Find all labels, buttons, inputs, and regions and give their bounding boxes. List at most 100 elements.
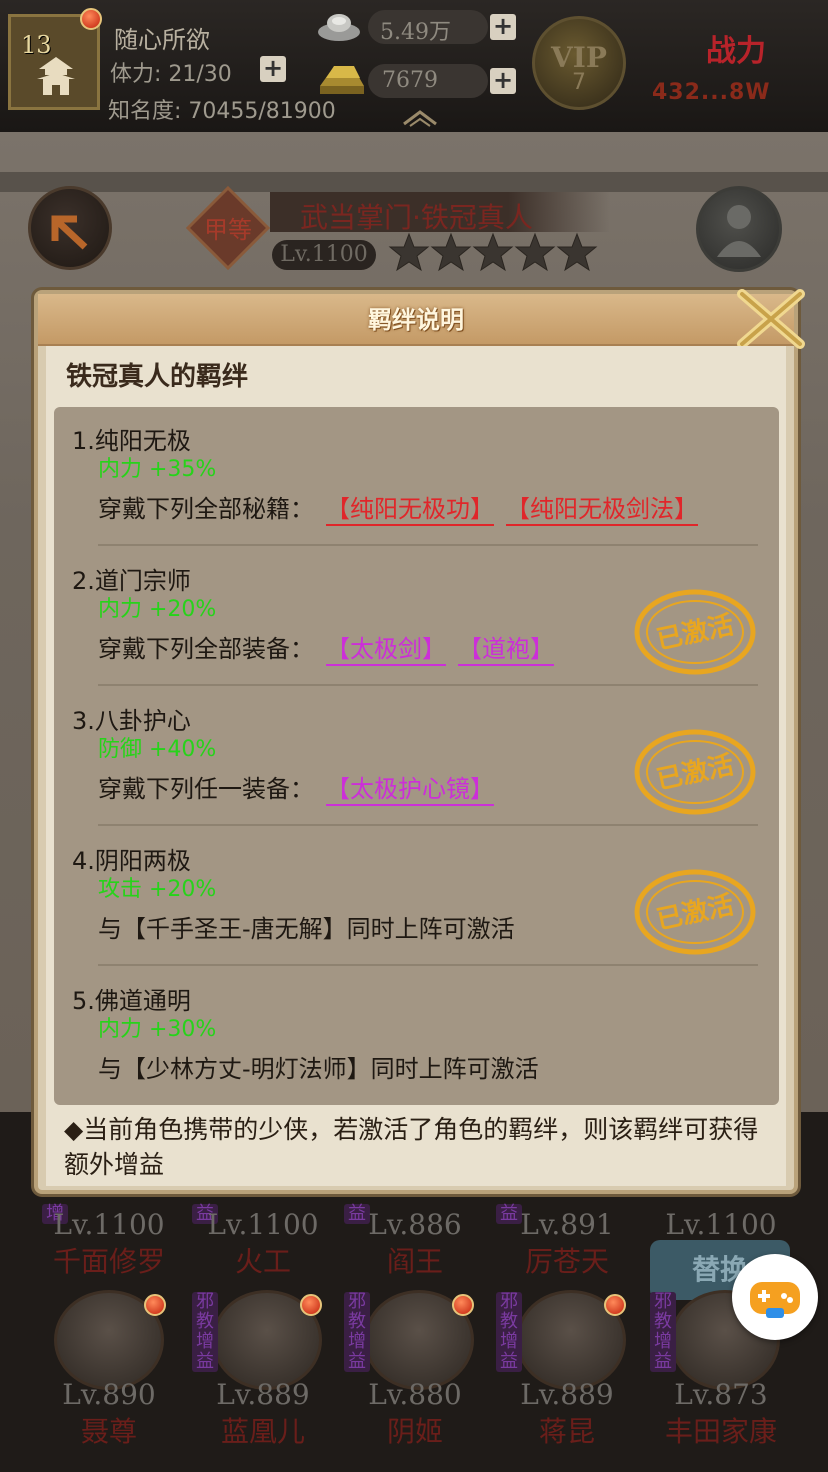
star-icon: [556, 232, 598, 272]
notification-dot: [80, 8, 102, 30]
divider: [98, 824, 758, 826]
vip-badge[interactable]: VIP 7: [532, 16, 626, 110]
required-item-link[interactable]: 【太极护心镜】: [326, 774, 494, 806]
silver-value: 5.49万: [380, 20, 451, 45]
roster-level: Lv.1100: [207, 1208, 319, 1241]
role-portrait-button[interactable]: [696, 186, 782, 272]
bond-stat: 防御 +40%: [98, 737, 217, 762]
sect-tag: 邪教增益: [192, 1292, 218, 1372]
game-center-button[interactable]: [732, 1254, 818, 1340]
stamp-text: 已激活: [654, 609, 737, 656]
bond-requirement: 穿戴下列任一装备： 【太极护心镜】: [98, 769, 494, 806]
vip-level: 7: [572, 70, 586, 95]
fame-value: 知名度: 70455/81900: [108, 99, 336, 124]
add-stamina-button[interactable]: +: [260, 56, 286, 82]
roster-level: Lv.890: [62, 1378, 156, 1411]
bond-stat: 内力 +35%: [98, 457, 217, 482]
activated-stamp: 已激活: [634, 869, 756, 955]
top-status-bar: 13 随心所欲 体力: 21/30 + 知名度: 70455/81900 5.4…: [0, 0, 828, 134]
required-item-link[interactable]: 【纯阳无极功】: [326, 494, 494, 526]
star-icon: [430, 232, 472, 272]
roster-name: 丰田家康: [664, 1415, 777, 1448]
back-button[interactable]: [28, 186, 112, 270]
requirement-text: 穿戴下列任一装备：: [98, 775, 314, 803]
rank-badge-text: 甲等: [204, 216, 252, 244]
divider: [98, 544, 758, 546]
requirement-text: 穿戴下列全部秘籍：: [98, 495, 314, 523]
bond-item: 4.阴阳两极 攻击 +20% 与【千手圣王-唐无解】同时上阵可激活 已激活: [54, 827, 779, 967]
roster-level: Lv.891: [520, 1208, 614, 1241]
hero-title: 武当掌门·铁冠真人: [300, 201, 533, 234]
dialog-title: 羁绊说明: [368, 306, 464, 334]
chevron-up-icon[interactable]: [400, 106, 440, 128]
add-silver-button[interactable]: +: [490, 14, 516, 40]
close-icon[interactable]: [734, 286, 810, 352]
roster-name: 蓝凰儿: [220, 1415, 305, 1448]
add-gold-button[interactable]: +: [490, 68, 516, 94]
roster-name: 蒋昆: [538, 1415, 595, 1448]
notification-dot: [300, 1294, 322, 1316]
sect-tag: 邪教增益: [496, 1292, 522, 1372]
roster-name: 阴姬: [386, 1415, 443, 1448]
required-item-link[interactable]: 【道袍】: [458, 634, 554, 666]
pagoda-icon: [37, 57, 75, 95]
roster-name: 火工: [234, 1245, 291, 1278]
hero-rank-badge: 甲等: [186, 186, 270, 270]
dialog-body: 铁冠真人的羁绊 1.纯阳无极 内力 +35% 穿戴下列全部秘籍： 【纯阳无极功】【…: [46, 346, 786, 1186]
bond-item: 1.纯阳无极 内力 +35% 穿戴下列全部秘籍： 【纯阳无极功】 【纯阳无极剑法】: [54, 407, 779, 547]
roster-level: Lv.1100: [53, 1208, 165, 1241]
roster-level: Lv.873: [674, 1378, 768, 1411]
roster-name: 厉苍天: [524, 1245, 609, 1278]
warrior-icon: [717, 205, 761, 257]
back-arrow-icon: [51, 215, 88, 250]
required-item-link[interactable]: 【太极剑】: [326, 634, 446, 666]
dialog-header: 羁绊说明: [38, 294, 794, 346]
roster-level: Lv.886: [368, 1208, 462, 1241]
gold-value: 7679: [382, 68, 438, 93]
roster-name: 千面修罗: [52, 1245, 165, 1278]
bond-requirement: 与【千手圣王-唐无解】同时上阵可激活: [98, 915, 515, 943]
notification-dot: [604, 1294, 626, 1316]
hero-level: Lv.1100: [272, 240, 376, 270]
stamp-text: 已激活: [654, 749, 737, 796]
bond-footnote: ◆当前角色携带的少侠，若激活了角色的羁绊，则该羁绊可获得额外增益: [64, 1115, 759, 1179]
combat-power: 战力 432...8W: [646, 20, 828, 116]
notification-dot: [452, 1294, 474, 1316]
bond-stat: 内力 +20%: [98, 597, 217, 622]
silver-ingot-icon: [318, 14, 360, 41]
required-item-link[interactable]: 【纯阳无极剑法】: [506, 494, 698, 526]
requirement-text: 穿戴下列全部装备：: [98, 635, 314, 663]
bond-dialog: 羁绊说明 铁冠真人的羁绊 1.纯阳无极 内力 +35% 穿戴下列全部秘籍： 【纯阳…: [34, 289, 805, 1194]
bond-list: 1.纯阳无极 内力 +35% 穿戴下列全部秘籍： 【纯阳无极功】 【纯阳无极剑法】 …: [54, 407, 779, 1105]
stamina-value: 体力: 21/30: [110, 62, 232, 87]
star-rating: [388, 232, 598, 272]
bond-item: 5.佛道通明 内力 +30% 与【少林方丈-明灯法师】同时上阵可激活: [54, 967, 779, 1107]
roster-level: Lv.889: [216, 1378, 310, 1411]
gold-bar-icon: [320, 66, 364, 94]
stamp-text: 已激活: [654, 889, 737, 936]
notification-dot: [144, 1294, 166, 1316]
bond-item: 3.八卦护心 防御 +40% 穿戴下列任一装备： 【太极护心镜】 已激活: [54, 687, 779, 827]
divider: [98, 964, 758, 966]
gamepad-icon: [750, 1282, 800, 1318]
divider: [98, 684, 758, 686]
sect-tag: 邪教增益: [344, 1292, 370, 1372]
activated-stamp: 已激活: [634, 589, 756, 675]
power-value: 432...8W: [652, 80, 771, 105]
bond-requirement: 穿戴下列全部秘籍： 【纯阳无极功】 【纯阳无极剑法】: [98, 489, 698, 526]
dialog-subtitle: 铁冠真人的羁绊: [66, 362, 249, 392]
star-icon: [472, 232, 514, 272]
sect-tag: 邪教增益: [650, 1292, 676, 1372]
bond-stat: 内力 +30%: [98, 1017, 217, 1042]
player-name: 随心所欲: [114, 26, 210, 54]
roster-level: Lv.1100: [665, 1208, 777, 1241]
roster-name: 阎王: [386, 1245, 443, 1278]
activated-stamp: 已激活: [634, 729, 756, 815]
bond-requirement: 与【少林方丈-明灯法师】同时上阵可激活: [98, 1055, 539, 1083]
power-label: 战力: [706, 34, 766, 69]
bond-item: 2.道门宗师 内力 +20% 穿戴下列全部装备： 【太极剑】 【道袍】 已激活: [54, 547, 779, 687]
star-icon: [388, 232, 430, 272]
bond-stat: 攻击 +20%: [98, 877, 217, 902]
roster-name: 聂尊: [80, 1415, 137, 1448]
star-icon: [514, 232, 556, 272]
